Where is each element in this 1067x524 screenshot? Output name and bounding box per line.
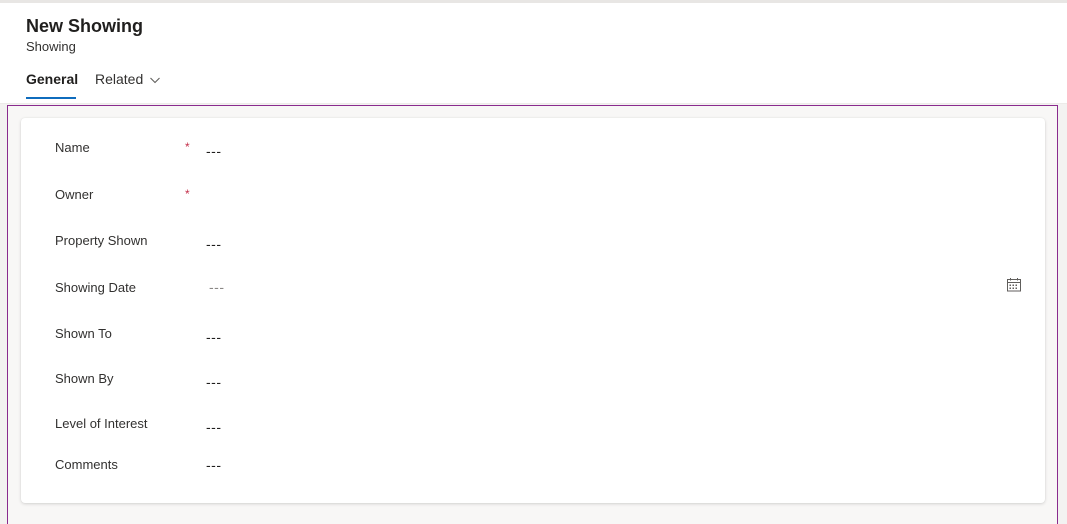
field-property-shown: Property Shown --- xyxy=(21,233,1045,273)
chevron-down-icon xyxy=(149,73,161,85)
tab-general[interactable]: General xyxy=(26,71,78,87)
showing-date-input[interactable]: --- xyxy=(209,279,225,295)
form-header: New Showing Showing General Related xyxy=(0,3,1067,104)
field-owner: Owner * xyxy=(21,187,1045,227)
tab-general-label: General xyxy=(26,71,79,87)
field-label-showing-date: Showing Date xyxy=(55,280,136,295)
name-input[interactable]: --- xyxy=(206,143,222,159)
field-level-of-interest: Level of Interest --- xyxy=(21,416,1045,456)
field-label-shown-by: Shown By xyxy=(55,371,114,386)
field-label-owner: Owner xyxy=(55,187,94,202)
field-showing-date: Showing Date --- xyxy=(21,277,1045,320)
comments-input[interactable]: --- xyxy=(206,457,222,473)
field-label-shown-to: Shown To xyxy=(55,326,112,341)
field-label-property-shown: Property Shown xyxy=(55,233,148,248)
required-indicator: * xyxy=(185,187,190,201)
owner-lookup-input[interactable] xyxy=(206,190,506,206)
tab-related[interactable]: Related xyxy=(95,71,161,87)
field-shown-to: Shown To --- xyxy=(21,326,1045,366)
shown-by-input[interactable]: --- xyxy=(206,374,222,390)
field-label-name: Name xyxy=(55,140,90,155)
shown-to-input[interactable]: --- xyxy=(206,329,222,345)
field-name: Name * --- xyxy=(21,140,1045,180)
required-indicator: * xyxy=(185,140,190,154)
calendar-icon[interactable] xyxy=(1006,277,1022,293)
field-comments: Comments --- xyxy=(21,457,1045,497)
property-shown-input[interactable]: --- xyxy=(206,236,222,252)
field-label-level-of-interest: Level of Interest xyxy=(55,416,148,431)
general-section-card: Name * --- Owner * Property Shown --- Sh… xyxy=(21,118,1045,503)
field-label-comments: Comments xyxy=(55,457,118,472)
entity-subtitle: Showing xyxy=(26,39,76,54)
page-title: New Showing xyxy=(26,16,143,36)
tab-related-label: Related xyxy=(95,71,144,87)
field-shown-by: Shown By --- xyxy=(21,371,1045,411)
tab-selected-indicator xyxy=(26,97,76,99)
form-content-area: Name * --- Owner * Property Shown --- Sh… xyxy=(7,105,1058,524)
level-of-interest-select[interactable]: --- xyxy=(206,419,222,435)
